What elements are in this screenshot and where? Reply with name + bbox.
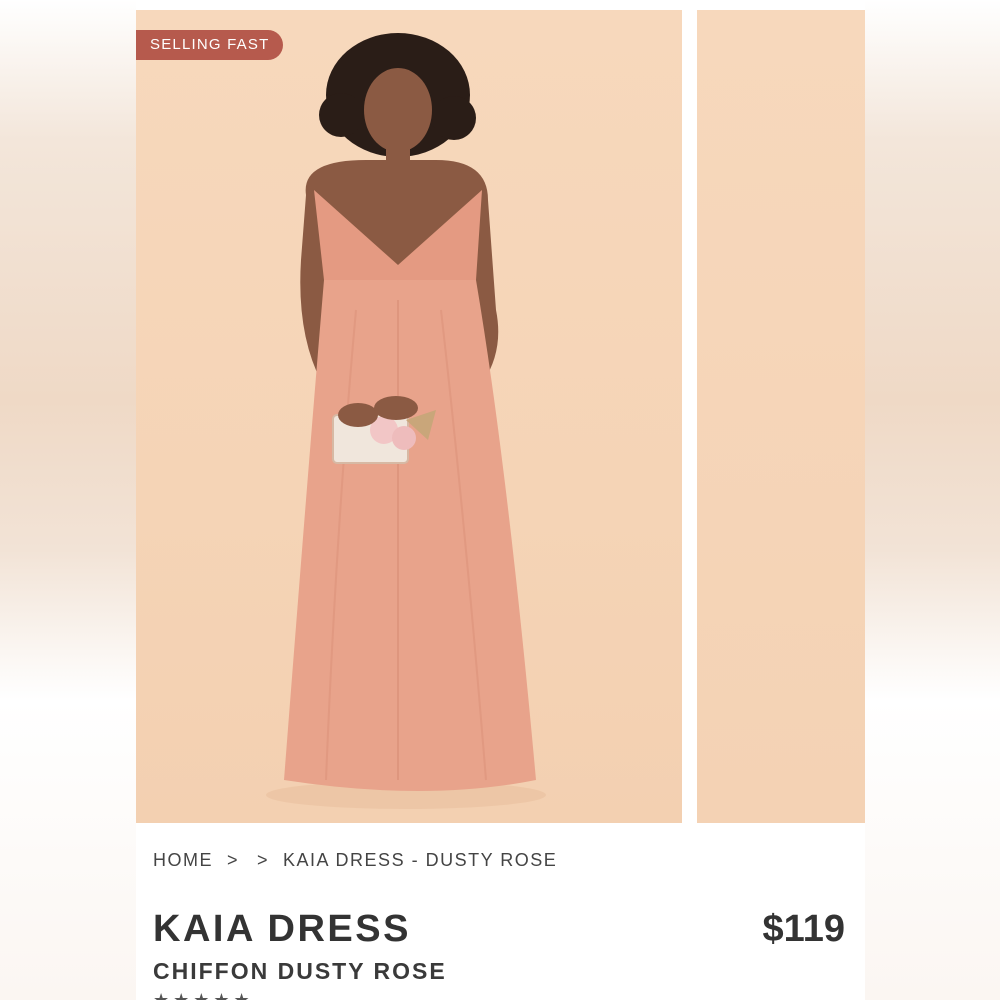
product-photo-main[interactable]: SELLING FAST bbox=[136, 10, 682, 823]
product-image-gallery[interactable]: SELLING FAST bbox=[136, 10, 865, 823]
breadcrumb: HOME > > KAIA DRESS - DUSTY ROSE bbox=[153, 850, 557, 871]
model-illustration bbox=[266, 33, 546, 809]
breadcrumb-current: KAIA DRESS - DUSTY ROSE bbox=[283, 850, 558, 870]
chevron-right-icon: > bbox=[257, 850, 270, 870]
product-title: KAIA DRESS bbox=[153, 908, 411, 950]
product-price: $119 bbox=[762, 908, 845, 950]
product-page: SELLING FAST HOME > > KAIA DRESS - DUSTY… bbox=[136, 0, 865, 1000]
product-photo-next[interactable] bbox=[697, 10, 865, 823]
selling-fast-badge: SELLING FAST bbox=[136, 30, 284, 60]
rating-stars[interactable]: ★★★★★ bbox=[153, 990, 254, 1000]
breadcrumb-home-link[interactable]: HOME bbox=[153, 850, 213, 871]
product-variant: CHIFFON DUSTY ROSE bbox=[153, 958, 447, 984]
chevron-right-icon: > bbox=[227, 850, 240, 870]
